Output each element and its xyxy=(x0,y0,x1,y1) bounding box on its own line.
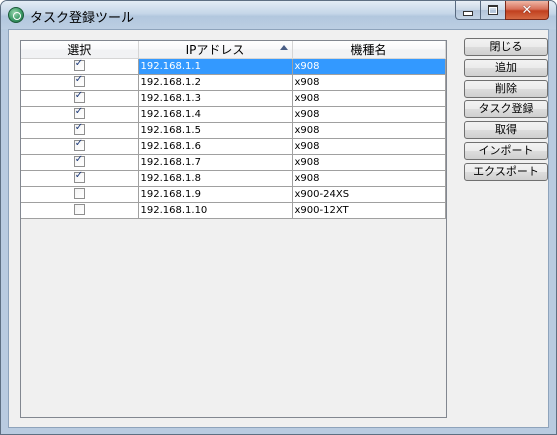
select-cell xyxy=(21,154,139,171)
ip-address-cell: 192.168.1.2 xyxy=(138,74,293,91)
model-cell: x908 xyxy=(292,106,446,123)
import-button[interactable]: インポート xyxy=(464,142,548,160)
model-cell: x900-12XT xyxy=(292,202,446,219)
model-cell: x908 xyxy=(292,122,446,139)
row-checkbox[interactable] xyxy=(73,203,85,215)
column-header-model[interactable]: 機種名 xyxy=(292,41,446,59)
table-row[interactable]: 192.168.1.2x908 xyxy=(21,74,446,91)
table-row[interactable]: 192.168.1.5x908 xyxy=(21,122,446,139)
ip-address-cell: 192.168.1.7 xyxy=(138,154,293,171)
table-row[interactable]: 192.168.1.7x908 xyxy=(21,154,446,171)
client-area: 選択 IPアドレス 機種名 192.168.1.1x908192.168.1.2… xyxy=(8,29,549,428)
table-row[interactable]: 192.168.1.6x908 xyxy=(21,138,446,155)
table-row[interactable]: 192.168.1.10 x900-12XT xyxy=(21,202,446,219)
ip-address-cell: 192.168.1.9 xyxy=(138,186,293,203)
register-task-button[interactable]: タスク登録 xyxy=(464,100,548,118)
minimize-button[interactable] xyxy=(455,1,481,20)
ip-address-cell: 192.168.1.8 xyxy=(138,170,293,187)
select-cell xyxy=(21,186,139,203)
ip-address-cell: 192.168.1.6 xyxy=(138,138,293,155)
ip-address-cell: 192.168.1.4 xyxy=(138,106,293,123)
column-header-ip-address[interactable]: IPアドレス xyxy=(138,41,293,59)
table-row[interactable]: 192.168.1.3x908 xyxy=(21,90,446,107)
select-cell xyxy=(21,74,139,91)
export-button[interactable]: エクスポート xyxy=(464,163,548,181)
row-checkbox[interactable] xyxy=(73,91,85,103)
device-table: 選択 IPアドレス 機種名 192.168.1.1x908192.168.1.2… xyxy=(21,41,446,219)
row-checkbox[interactable] xyxy=(73,123,85,135)
table-row[interactable]: 192.168.1.4x908 xyxy=(21,106,446,123)
select-cell xyxy=(21,58,139,75)
ip-address-cell: 192.168.1.5 xyxy=(138,122,293,139)
grid-body: 192.168.1.1x908192.168.1.2x908192.168.1.… xyxy=(21,58,446,219)
sort-ascending-icon xyxy=(279,45,288,50)
model-cell: x908 xyxy=(292,138,446,155)
select-cell xyxy=(21,122,139,139)
model-cell: x908 xyxy=(292,74,446,91)
device-grid[interactable]: 選択 IPアドレス 機種名 192.168.1.1x908192.168.1.2… xyxy=(20,40,447,418)
row-checkbox[interactable] xyxy=(73,187,85,199)
select-cell xyxy=(21,106,139,123)
row-checkbox[interactable] xyxy=(73,171,85,183)
app-icon xyxy=(8,7,24,23)
maximize-icon xyxy=(488,5,498,15)
row-checkbox[interactable] xyxy=(73,139,85,151)
row-checkbox[interactable] xyxy=(73,59,85,71)
minimize-icon xyxy=(463,10,473,16)
maximize-button[interactable] xyxy=(480,1,506,20)
header-row: 選択 IPアドレス 機種名 xyxy=(21,41,446,59)
ip-address-cell: 192.168.1.3 xyxy=(138,90,293,107)
application-window: タスク登録ツール ✕ 選択 IPアドレス 機種名 ✓ 192.168.1.1 x… xyxy=(0,0,557,435)
fetch-button[interactable]: 取得 xyxy=(464,121,548,139)
close-icon: ✕ xyxy=(521,2,533,18)
model-cell: x900-24XS xyxy=(292,186,446,203)
title-bar[interactable]: タスク登録ツール ✕ xyxy=(1,1,556,29)
select-cell xyxy=(21,170,139,187)
table-row[interactable]: 192.168.1.9 x900-24XS xyxy=(21,186,446,203)
model-cell: x908 xyxy=(292,154,446,171)
grid-viewport: 選択 IPアドレス 機種名 192.168.1.1x908192.168.1.2… xyxy=(21,41,446,417)
window-title: タスク登録ツール xyxy=(30,11,135,26)
select-cell xyxy=(21,138,139,155)
table-row[interactable]: 192.168.1.8x908 xyxy=(21,170,446,187)
select-cell xyxy=(21,90,139,107)
add-button[interactable]: 追加 xyxy=(464,59,548,77)
model-cell: x908 xyxy=(292,90,446,107)
close-window-button[interactable]: ✕ xyxy=(505,1,549,20)
column-header-ip-label: IPアドレス xyxy=(185,43,245,57)
delete-button[interactable]: 削除 xyxy=(464,80,548,98)
ip-address-cell: 192.168.1.10 xyxy=(138,202,293,219)
close-button[interactable]: 閉じる xyxy=(464,38,548,56)
row-checkbox[interactable] xyxy=(73,155,85,167)
select-cell xyxy=(21,202,139,219)
table-row[interactable]: 192.168.1.1x908 xyxy=(21,58,446,75)
model-cell: x908 xyxy=(292,170,446,187)
model-cell: x908 xyxy=(292,58,446,75)
row-checkbox[interactable] xyxy=(73,107,85,119)
row-checkbox[interactable] xyxy=(73,75,85,87)
column-header-select[interactable]: 選択 xyxy=(21,41,139,59)
ip-address-cell: 192.168.1.1 xyxy=(138,58,293,75)
